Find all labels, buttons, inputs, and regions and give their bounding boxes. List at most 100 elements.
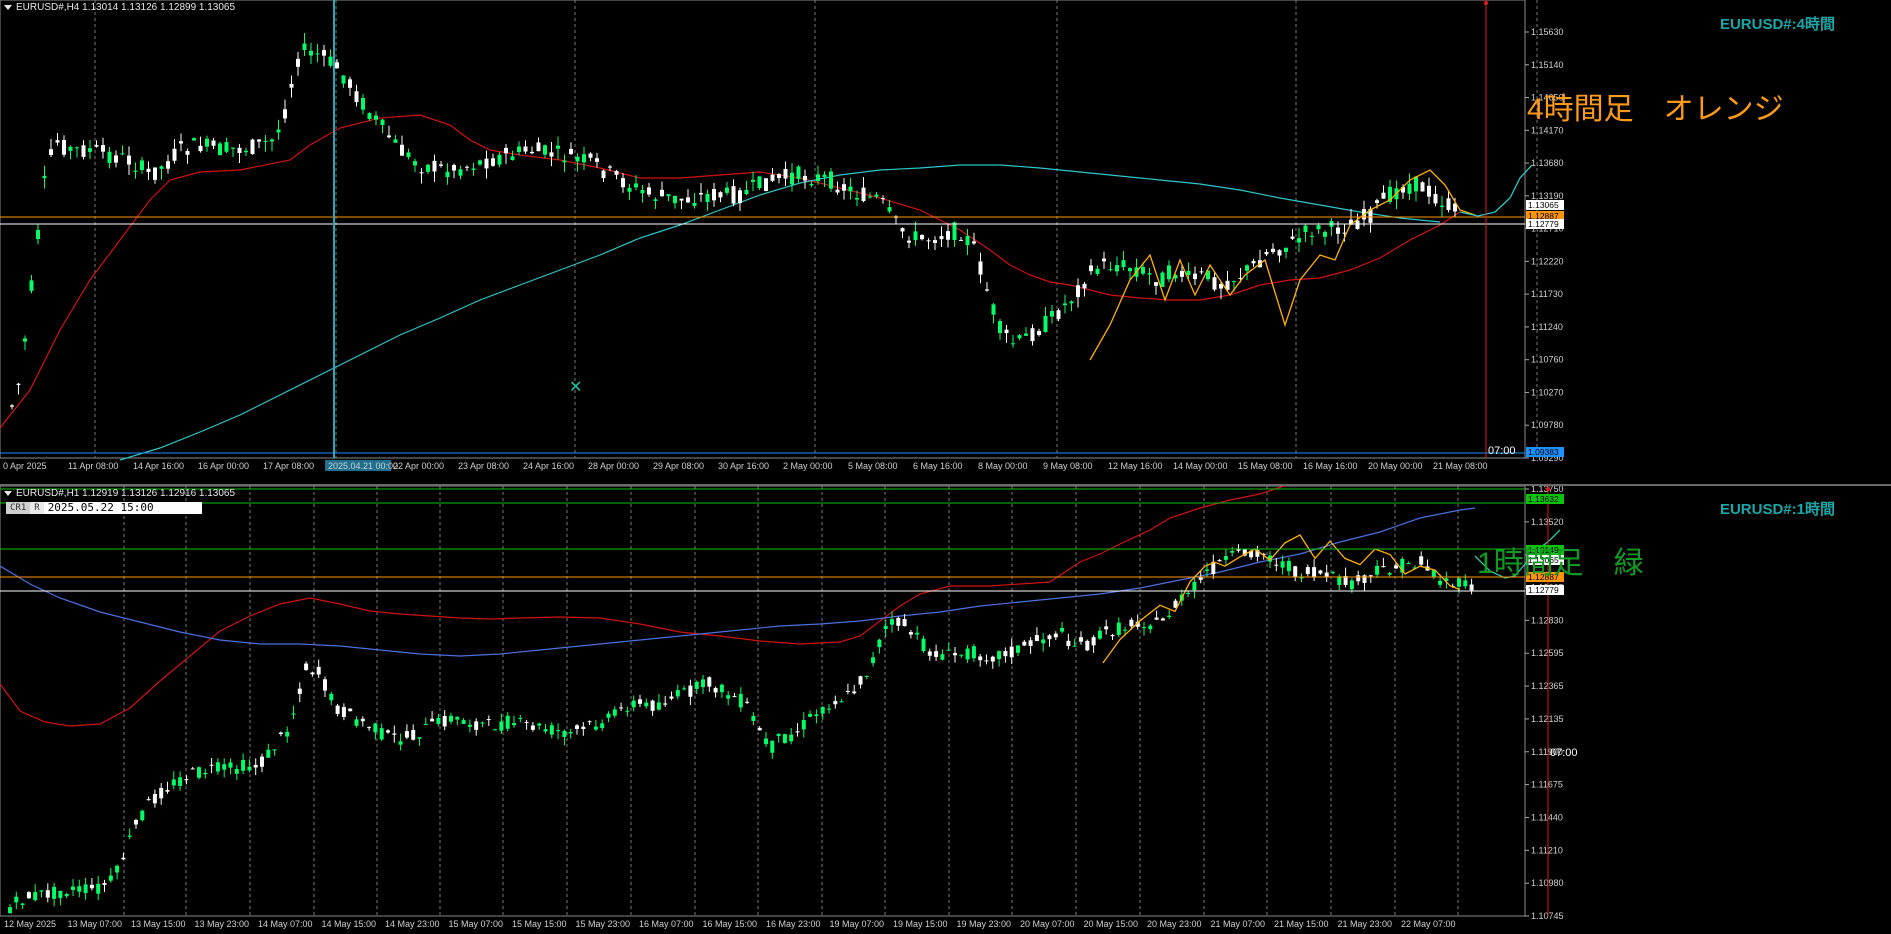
candle-body: [839, 701, 844, 703]
crosshair-time-badge: CR1 R 2025.05.22 15:00: [6, 502, 202, 514]
candle-body: [96, 883, 101, 894]
price-label: 1.12779: [1528, 585, 1559, 595]
candle-body: [1022, 641, 1027, 646]
h4-chart-canvas[interactable]: 1.156301.151401.146501.141701.136801.131…: [0, 0, 1891, 484]
candle-body: [354, 91, 359, 103]
chart-pane-h1[interactable]: 1.137501.135201.132901.130651.128301.125…: [0, 486, 1891, 934]
candle-body: [386, 730, 390, 733]
candle-body: [45, 890, 50, 898]
candle-body: [809, 183, 814, 186]
candle-body: [713, 688, 718, 693]
candle-body: [1271, 248, 1275, 253]
candle-body: [432, 160, 437, 172]
x-tick-label: 13 May 07:00: [68, 919, 123, 929]
candle-body: [751, 179, 755, 182]
candle-body: [530, 151, 534, 154]
candle-body: [1110, 635, 1115, 637]
candle-body: [387, 135, 391, 138]
badge-mode-label[interactable]: CR1: [6, 502, 31, 514]
candle-body: [1154, 617, 1159, 620]
candle-body: [965, 648, 970, 660]
candle-body: [606, 713, 611, 718]
x-tick-label: 19 May 15:00: [893, 919, 948, 929]
candle-body: [868, 196, 872, 198]
candle-body: [682, 688, 687, 690]
candle-body: [634, 183, 638, 188]
candle-body: [1297, 238, 1301, 243]
candle-body: [556, 730, 561, 732]
projection-curve: [1459, 164, 1533, 217]
x-tick-label: 24 Apr 16:00: [523, 461, 574, 471]
candle-body: [153, 167, 157, 180]
y-tick-label: 1.11440: [1531, 812, 1563, 822]
candle-body: [1375, 200, 1379, 203]
candle-body: [776, 733, 781, 736]
candle-body: [1232, 281, 1236, 283]
candle-body: [751, 715, 756, 721]
candle-body: [250, 139, 255, 155]
candle-body: [881, 198, 885, 200]
candle-body: [297, 688, 302, 694]
candle-body: [816, 174, 820, 182]
chart-pane-h4[interactable]: 1.15630 1.15140 1.14650 1.14170 1.13680 1.131…: [0, 0, 1891, 484]
candle-body: [228, 762, 233, 768]
candle-body: [669, 696, 674, 699]
candle-body: [926, 240, 931, 242]
candle-body: [94, 145, 99, 147]
candle-body: [127, 835, 132, 837]
ma-cyan-line: [119, 164, 1441, 461]
candle-body: [666, 194, 671, 197]
candle-body: [436, 717, 441, 724]
candle-body: [965, 236, 970, 246]
candle-body: [198, 145, 203, 152]
candle-body: [927, 651, 932, 656]
candle-body: [1303, 225, 1308, 233]
candle-body: [278, 732, 283, 735]
candle-body: [1060, 627, 1065, 632]
candle-body: [367, 727, 372, 729]
candle-body: [247, 766, 252, 771]
dropdown-triangle-icon[interactable]: [4, 490, 12, 496]
candle-body: [1355, 220, 1360, 229]
candle-body: [1091, 637, 1096, 646]
x-tick-label: 28 Apr 00:00: [588, 461, 639, 471]
candle-body: [644, 702, 649, 707]
candle-body: [1069, 301, 1074, 304]
candle-body: [23, 338, 27, 342]
candle-body: [88, 148, 92, 152]
y-tick-label: 1.12220: [1531, 256, 1564, 266]
candle-body: [283, 109, 287, 119]
candle-body: [341, 75, 346, 84]
candle-body: [978, 261, 983, 275]
price-label: 1.13632: [1528, 494, 1559, 504]
candle-body: [1056, 310, 1061, 320]
x-tick-label: 21 May 15:00: [1274, 919, 1329, 929]
candle-body: [26, 892, 31, 899]
x-tick-label: 20 May 15:00: [1084, 919, 1139, 929]
dropdown-triangle-icon[interactable]: [4, 4, 12, 10]
candle-body: [329, 693, 334, 701]
x-tick-label: 2025.04.21 00:00: [328, 461, 398, 471]
candle-body: [1141, 267, 1145, 274]
h1-watermark: EURUSD#:1時間: [1719, 501, 1835, 518]
candle-body: [241, 759, 246, 771]
badge-r-label[interactable]: R: [30, 502, 44, 514]
candle-body: [101, 145, 105, 152]
candle-body: [120, 153, 125, 155]
plot-frame: [0, 486, 1526, 917]
candle-body: [829, 171, 833, 189]
y-tick-label: 1.13680: [1531, 158, 1564, 168]
x-tick-label: 15 May 23:00: [576, 919, 631, 929]
candle-body: [631, 700, 636, 708]
candle-body: [52, 886, 57, 899]
candle-body: [20, 903, 25, 905]
candle-body: [796, 166, 801, 179]
zigzag-line: [1102, 534, 1461, 664]
candle-body: [234, 768, 239, 774]
candle-body: [707, 677, 712, 687]
candle-body: [1142, 627, 1146, 629]
candle-body: [971, 646, 976, 659]
candle-body: [1004, 329, 1009, 334]
candle-body: [978, 656, 983, 661]
candle-body: [272, 749, 277, 751]
